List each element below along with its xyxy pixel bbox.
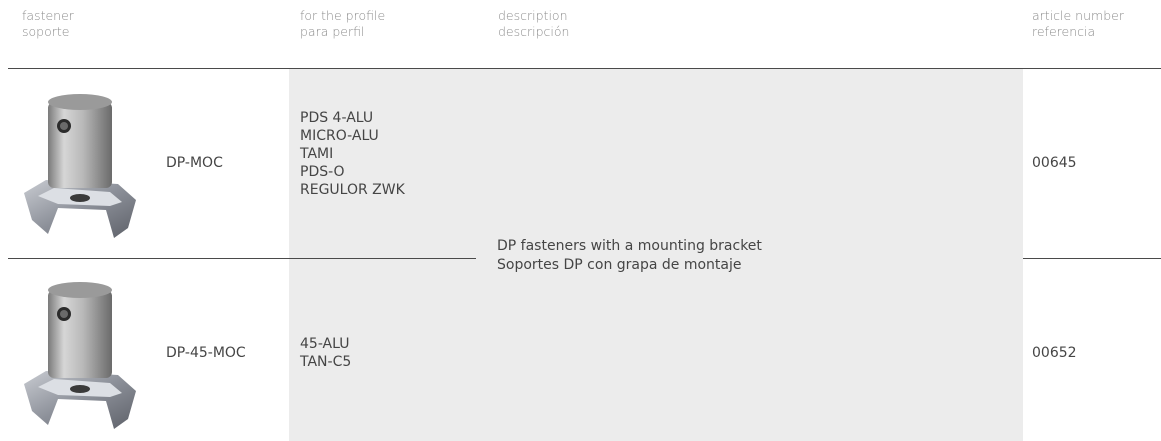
header-profile-es: para perfil [300,24,365,39]
header-fastener-en: fastener [22,8,74,23]
row-divider-right [1023,258,1161,259]
description-text: DP fasteners with a mounting bracket Sop… [497,237,762,275]
header-fastener: fastener soporte [22,8,74,40]
header-article-es: referencia [1032,24,1096,39]
profile-item: TAMI [300,146,334,162]
header-profile: for the profile para perfil [300,8,385,40]
description-en: DP fasteners with a mounting bracket [497,238,762,254]
profile-item: REGULOR ZWK [300,182,405,198]
row-divider-left [8,258,476,259]
header-fastener-es: soporte [22,24,70,39]
model-name: DP-MOC [166,155,223,171]
header-article: article number referencia [1032,8,1124,40]
profile-item: PDS-O [300,164,345,180]
header-article-en: article number [1032,8,1124,23]
article-number: 00652 [1032,345,1077,361]
model-name: DP-45-MOC [166,345,246,361]
profile-item: PDS 4-ALU [300,110,374,126]
profile-list: 45-ALU TAN-C5 [300,335,351,371]
description-es: Soportes DP con grapa de montaje [497,257,742,273]
article-number: 00645 [1032,155,1077,171]
profile-item: TAN-C5 [300,354,352,370]
profile-item: MICRO-ALU [300,128,379,144]
header-description-es: descripción [498,24,570,39]
product-image-dp-moc [24,94,136,238]
header-description-en: description [498,8,568,23]
header-divider [8,68,1161,69]
profile-list: PDS 4-ALU MICRO-ALU TAMI PDS-O REGULOR Z… [300,109,405,199]
header-description: description descripción [498,8,569,40]
product-image-dp-45-moc [24,282,136,429]
profile-item: 45-ALU [300,336,350,352]
header-profile-en: for the profile [300,8,386,23]
